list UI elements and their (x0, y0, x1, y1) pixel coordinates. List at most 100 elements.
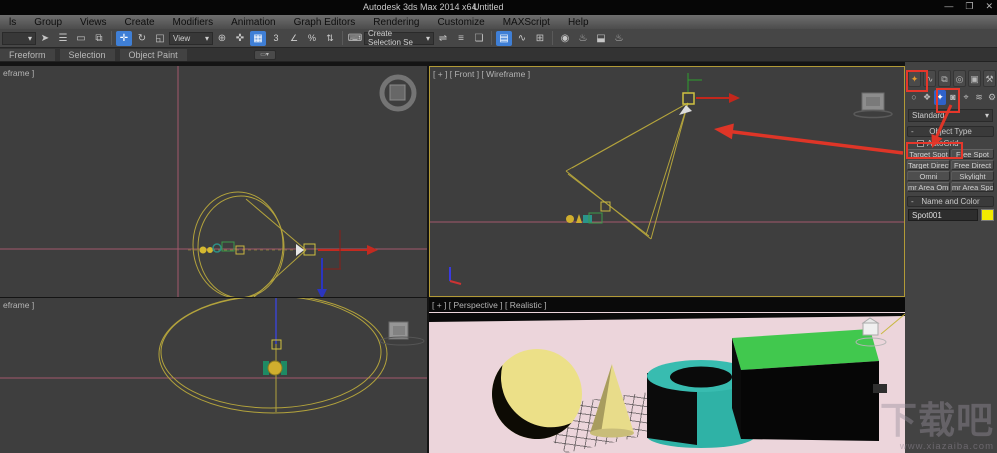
viewport-canvas-perspective[interactable] (429, 298, 905, 453)
menu-create[interactable]: Create (116, 17, 164, 28)
utilities-tab-icon[interactable]: ⚒ (983, 70, 996, 87)
maximize-button[interactable]: ❐ (965, 1, 973, 12)
menu-views[interactable]: Views (71, 17, 116, 28)
motion-tab-icon[interactable]: ◎ (953, 70, 966, 87)
viewport-bottom-left[interactable]: eframe ] (0, 298, 427, 453)
object-name-field[interactable]: Spot001 (908, 209, 978, 221)
command-panel: ✦ ∿ ⧉ ◎ ▣ ⚒ ○ ❖ ✦ ◙ ⌖ ≋ ⚙ Standard ▾ - O… (905, 62, 997, 453)
modify-tab-icon[interactable]: ∿ (923, 70, 936, 87)
display-tab-icon[interactable]: ▣ (968, 70, 981, 87)
scene-objects-mini[interactable] (263, 360, 287, 376)
move-gizmo[interactable] (317, 230, 378, 297)
name-color-rollout-header[interactable]: - Name and Color (907, 196, 994, 207)
select-rotate-icon[interactable]: ↻ (134, 31, 150, 46)
rendered-frame-icon[interactable]: ⬓ (593, 31, 609, 46)
viewport-label[interactable]: eframe ] (3, 300, 34, 310)
ribbon-minimize-icon[interactable]: ▭▾ (253, 49, 276, 60)
select-manipulate-icon[interactable]: ✜ (232, 31, 248, 46)
object-color-swatch[interactable] (981, 209, 994, 221)
use-pivot-point-icon[interactable]: ⊕ (214, 31, 230, 46)
snap-toggle-icon[interactable]: ▦ (250, 30, 266, 46)
menu-animation[interactable]: Animation (222, 17, 284, 28)
menu-customize[interactable]: Customize (428, 17, 493, 28)
target-direct-button[interactable]: Target Direct (907, 160, 950, 170)
target-spot-button[interactable]: Target Spot (907, 149, 950, 159)
select-scale-icon[interactable]: ◱ (152, 31, 168, 46)
shapes-category-icon[interactable]: ❖ (921, 90, 933, 105)
viewport-front[interactable]: [ + ] [ Front ] [ Wireframe ] (429, 66, 905, 297)
render-setup-icon[interactable]: ♨ (575, 31, 591, 46)
scene-objects-mini[interactable] (199, 241, 245, 255)
viewcube[interactable] (853, 92, 893, 119)
tab-object-paint[interactable]: Object Paint (119, 48, 187, 61)
sphere-object[interactable] (491, 349, 582, 440)
named-selection-dropdown[interactable]: Create Selection Se ▾ (364, 29, 434, 47)
helpers-category-icon[interactable]: ⌖ (960, 90, 972, 105)
layers-icon[interactable]: ❏ (471, 31, 487, 46)
percent-snap-icon[interactable]: % (304, 31, 320, 46)
systems-category-icon[interactable]: ⚙ (986, 90, 997, 105)
tab-selection[interactable]: Selection (59, 48, 115, 61)
autogrid-checkbox[interactable] (917, 140, 924, 147)
selection-filter-dropdown[interactable]: ▾ (2, 31, 36, 45)
keyboard-override-icon[interactable]: ⌨ (347, 31, 363, 46)
spotlight-cone-wireframe[interactable] (188, 191, 308, 297)
spinner-snap-icon[interactable]: ⇅ (322, 31, 338, 46)
spotlight-source[interactable] (679, 92, 695, 115)
reference-coordinate-dropdown[interactable]: View ▾ (169, 31, 213, 45)
render-production-icon[interactable]: ♨ (611, 31, 627, 46)
menu-rendering[interactable]: Rendering (364, 17, 428, 28)
window-crossing-icon[interactable]: ⧉ (91, 31, 107, 46)
schematic-view-icon[interactable]: ⊞ (532, 31, 548, 46)
cone-object[interactable] (590, 364, 634, 438)
rectangular-region-icon[interactable]: ▭ (73, 31, 89, 46)
mr-area-spot-button[interactable]: mr Area Spot (951, 182, 994, 192)
omni-button[interactable]: Omni (907, 171, 950, 181)
spotlight-cone-wireframe[interactable] (158, 298, 388, 414)
menu-maxscript[interactable]: MAXScript (494, 17, 559, 28)
object-type-rollout-header[interactable]: - Object Type (907, 126, 994, 137)
mr-area-omni-button[interactable]: mr Area Omni (907, 182, 950, 192)
skylight-button[interactable]: Skylight (951, 171, 994, 181)
viewport-canvas-front[interactable] (430, 67, 904, 296)
select-move-icon[interactable]: ✛ (116, 30, 132, 46)
viewcube[interactable] (379, 74, 417, 112)
collapse-icon[interactable]: - (911, 197, 914, 206)
angle-snap-icon[interactable]: ∠ (286, 31, 302, 46)
collapse-icon[interactable]: - (911, 127, 914, 136)
material-editor-icon[interactable]: ◉ (557, 31, 573, 46)
menu-tools[interactable]: ls (0, 17, 25, 28)
tab-freeform[interactable]: Freeform (0, 48, 55, 61)
curve-editor-icon[interactable]: ∿ (514, 31, 530, 46)
align-icon[interactable]: ≡ (453, 31, 469, 46)
hierarchy-tab-icon[interactable]: ⧉ (938, 70, 951, 87)
snap-3d-icon[interactable]: 3 (268, 31, 284, 46)
select-object-icon[interactable]: ➤ (37, 31, 53, 46)
graphite-toggle-icon[interactable]: ▤ (496, 30, 512, 46)
menu-group[interactable]: Group (25, 17, 71, 28)
create-tab-icon[interactable]: ✦ (908, 70, 921, 87)
viewport-label[interactable]: [ + ] [ Perspective ] [ Realistic ] (432, 300, 547, 310)
free-direct-button[interactable]: Free Direct (951, 160, 994, 170)
select-by-name-icon[interactable]: ☰ (55, 31, 71, 46)
viewcube[interactable] (379, 321, 425, 346)
viewport-canvas-top-left[interactable] (0, 66, 427, 297)
menu-graph-editors[interactable]: Graph Editors (285, 17, 365, 28)
viewport-label[interactable]: [ + ] [ Front ] [ Wireframe ] (433, 69, 530, 79)
move-gizmo[interactable] (687, 73, 740, 103)
lights-category-icon[interactable]: ✦ (934, 90, 946, 105)
geometry-category-icon[interactable]: ○ (908, 90, 920, 105)
menu-help[interactable]: Help (559, 17, 598, 28)
viewport-canvas-bottom-left[interactable] (0, 298, 427, 453)
light-type-dropdown[interactable]: Standard ▾ (908, 109, 993, 122)
menu-modifiers[interactable]: Modifiers (164, 17, 223, 28)
close-button[interactable]: ✕ (985, 1, 993, 12)
spacewarps-category-icon[interactable]: ≋ (973, 90, 985, 105)
viewport-label[interactable]: eframe ] (3, 68, 34, 78)
viewport-top-left[interactable]: eframe ] (0, 66, 427, 297)
cameras-category-icon[interactable]: ◙ (947, 90, 959, 105)
free-spot-button[interactable]: Free Spot (951, 149, 994, 159)
minimize-button[interactable]: — (944, 1, 953, 12)
viewport-perspective[interactable]: [ + ] [ Perspective ] [ Realistic ] (429, 298, 905, 453)
mirror-icon[interactable]: ⇌ (435, 31, 451, 46)
